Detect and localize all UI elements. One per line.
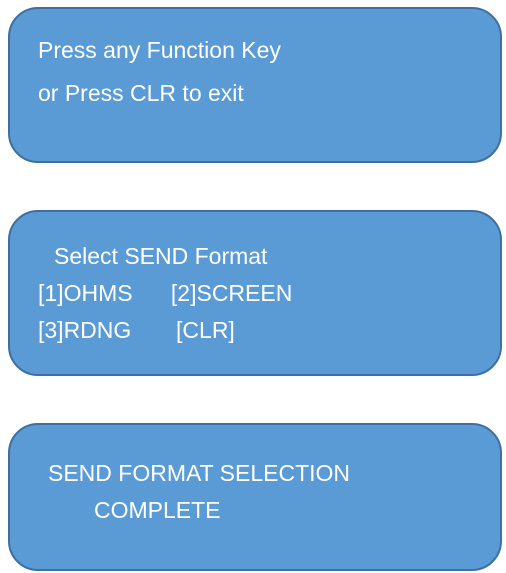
lcd-screen-function-key-prompt: Press any Function Key or Press CLR to e… [8,7,502,163]
status-line-2: COMPLETE [94,497,221,523]
menu-options-row-1: [1]OHMS [2]SCREEN [38,280,293,306]
status-line-1: SEND FORMAT SELECTION [48,460,351,486]
lcd-screen-send-format-menu: Select SEND Format [1]OHMS [2]SCREEN [3]… [8,210,502,376]
prompt-line-1: Press any Function Key [38,37,281,63]
prompt-line-2: or Press CLR to exit [38,80,244,106]
menu-options-row-2: [3]RDNG [CLR] [38,317,235,343]
lcd-screen-selection-complete: SEND FORMAT SELECTION COMPLETE [8,423,502,571]
menu-title: Select SEND Format [54,243,268,269]
